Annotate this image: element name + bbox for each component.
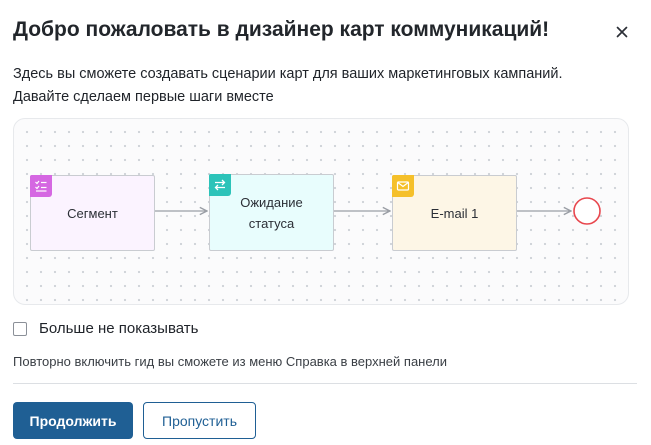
node-label: Сегмент [67, 205, 118, 221]
close-button[interactable] [612, 22, 632, 42]
dont-show-again-label: Больше не показывать [39, 320, 199, 337]
footer-divider [13, 383, 637, 384]
dont-show-again-checkbox[interactable] [13, 321, 27, 336]
node-label: E-mail 1 [430, 205, 479, 221]
continue-button[interactable]: Продолжить [13, 402, 133, 439]
segment-list-icon [30, 175, 52, 197]
envelope-icon [392, 175, 414, 197]
description-line-2: Давайте сделаем первые шаги вместе [13, 89, 274, 105]
flow-node-wait-status: Ожидание статуса [209, 174, 334, 251]
dialog-description: Здесь вы сможете создавать сценарии карт… [13, 63, 633, 109]
close-icon [616, 26, 628, 38]
dont-show-again-option[interactable]: Больше не показывать [13, 320, 198, 337]
swap-arrows-icon [209, 174, 231, 196]
description-line-1: Здесь вы сможете создавать сценарии карт… [13, 66, 563, 82]
node-label: Ожидание статуса [240, 194, 303, 231]
skip-button[interactable]: Пропустить [143, 402, 256, 439]
flow-node-email: E-mail 1 [392, 175, 517, 251]
dialog-title: Добро пожаловать в дизайнер карт коммуни… [13, 18, 550, 41]
flow-node-segment: Сегмент [30, 175, 155, 251]
help-hint-text: Повторно включить гид вы сможете из меню… [13, 354, 447, 369]
